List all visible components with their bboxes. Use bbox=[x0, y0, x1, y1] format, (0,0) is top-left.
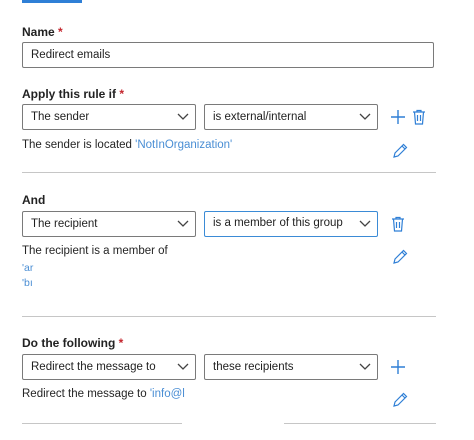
delete-icon[interactable] bbox=[410, 108, 428, 126]
edit-icon[interactable] bbox=[391, 248, 409, 266]
condition-operator-select[interactable]: is external/internal bbox=[204, 104, 378, 130]
condition-label: Apply this rule if * bbox=[22, 87, 124, 101]
section-divider bbox=[22, 423, 182, 424]
and-label: And bbox=[22, 193, 45, 207]
edit-icon[interactable] bbox=[391, 142, 409, 160]
condition-description-text: The sender is located bbox=[22, 139, 132, 151]
group-link[interactable]: 'ar bbox=[22, 262, 33, 274]
action-select-value: Redirect the message to bbox=[31, 361, 156, 373]
action-description: Redirect the message to 'info@l bbox=[22, 388, 185, 400]
and-subject-value: The recipient bbox=[31, 218, 98, 230]
and-label-text: And bbox=[22, 193, 46, 207]
required-asterisk: * bbox=[58, 25, 63, 39]
required-asterisk: * bbox=[118, 336, 124, 350]
condition-label-text: Apply this rule if bbox=[22, 87, 117, 101]
name-label: Name * bbox=[22, 25, 63, 39]
name-label-text: Name bbox=[22, 25, 55, 39]
active-tab-indicator bbox=[22, 0, 82, 3]
name-input[interactable]: Redirect emails bbox=[22, 42, 434, 68]
action-label: Do the following * bbox=[22, 336, 123, 350]
chevron-down-icon bbox=[359, 220, 371, 227]
chevron-down-icon bbox=[177, 113, 189, 120]
condition-operator-value: is external/internal bbox=[213, 111, 307, 123]
required-asterisk: * bbox=[119, 87, 125, 101]
chevron-down-icon bbox=[177, 363, 189, 370]
condition-description: The sender is located 'NotInOrganization… bbox=[22, 139, 232, 151]
add-icon[interactable] bbox=[389, 358, 407, 376]
action-select[interactable]: Redirect the message to bbox=[22, 354, 196, 380]
chevron-down-icon bbox=[359, 363, 371, 370]
action-target-value: these recipients bbox=[213, 361, 294, 373]
condition-subject-select[interactable]: The sender bbox=[22, 104, 196, 130]
and-operator-value: is a member of this group bbox=[213, 217, 343, 229]
and-operator-select[interactable]: is a member of this group bbox=[204, 211, 378, 237]
condition-subject-value: The sender bbox=[31, 111, 90, 123]
action-target-select[interactable]: these recipients bbox=[204, 354, 378, 380]
chevron-down-icon bbox=[359, 113, 371, 120]
chevron-down-icon bbox=[177, 220, 189, 227]
edit-icon[interactable] bbox=[391, 391, 409, 409]
section-divider bbox=[22, 316, 436, 317]
recipient-link[interactable]: 'info@l bbox=[150, 388, 185, 400]
action-label-text: Do the following bbox=[22, 336, 116, 350]
section-divider bbox=[22, 172, 436, 173]
action-description-text: Redirect the message to bbox=[22, 388, 147, 400]
and-description-text: The recipient is a member of bbox=[22, 245, 168, 257]
name-input-value: Redirect emails bbox=[31, 49, 111, 61]
group-link[interactable]: 'bı bbox=[22, 277, 33, 289]
and-description: The recipient is a member of bbox=[22, 245, 168, 257]
add-icon[interactable] bbox=[389, 108, 407, 126]
and-subject-select[interactable]: The recipient bbox=[22, 211, 196, 237]
delete-icon[interactable] bbox=[389, 215, 407, 233]
section-divider bbox=[284, 423, 436, 424]
condition-value-link[interactable]: 'NotInOrganization' bbox=[135, 139, 232, 151]
